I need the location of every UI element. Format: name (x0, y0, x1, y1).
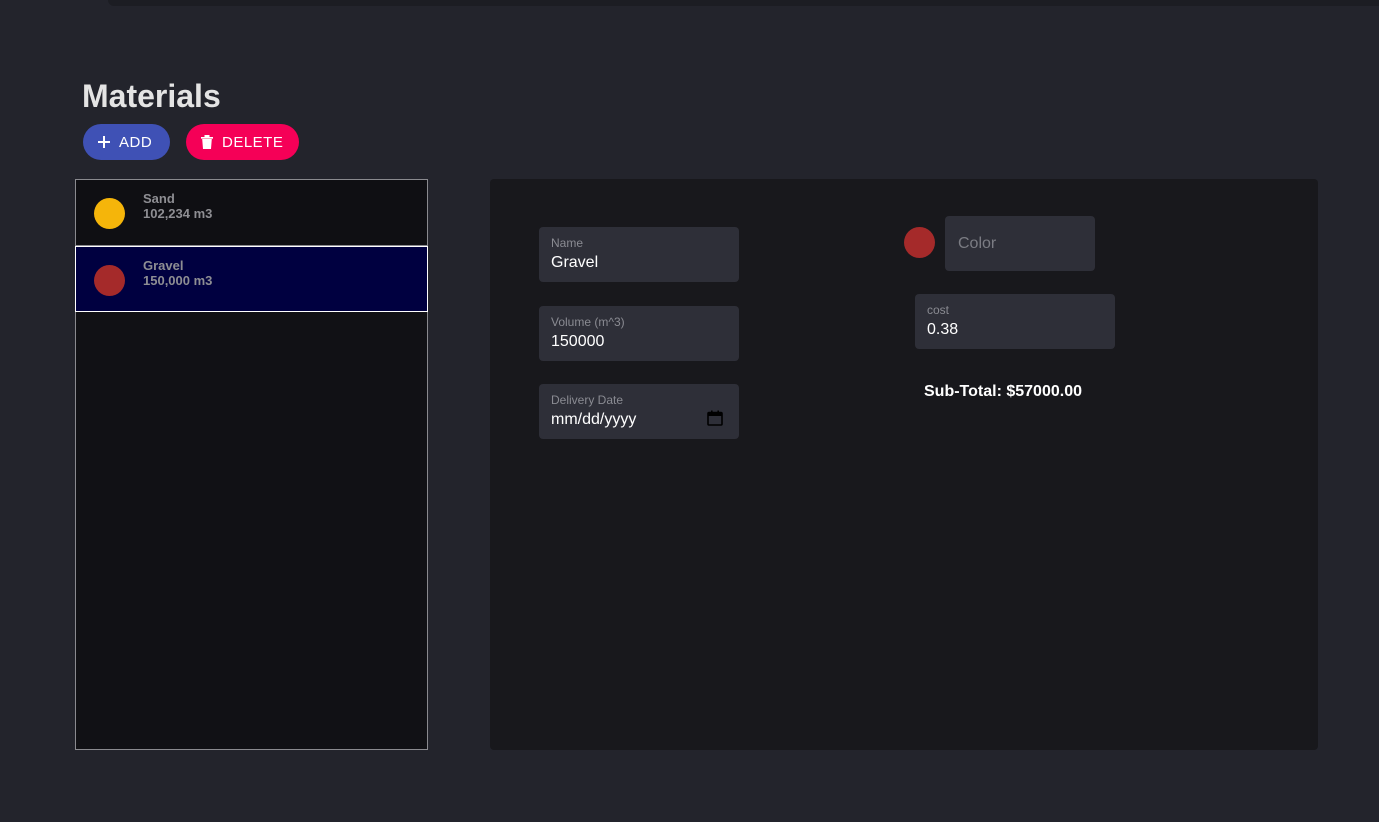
materials-list: Sand 102,234 m3 Gravel 150,000 m3 (75, 179, 428, 750)
page-title: Materials (82, 78, 221, 114)
material-volume: 150,000 m3 (143, 273, 213, 288)
delete-button[interactable]: DELETE (186, 124, 299, 160)
subtotal-text: Sub-Total: $57000.00 (924, 383, 1082, 400)
material-detail-panel: Name Gravel Volume (m^3) 150000 Delivery… (490, 179, 1318, 750)
delete-button-label: DELETE (222, 133, 284, 151)
color-field[interactable]: Color (945, 216, 1095, 271)
name-field[interactable]: Name Gravel (539, 227, 739, 282)
volume-field-value: 150000 (551, 333, 605, 350)
cost-field[interactable]: cost 0.38 (915, 294, 1115, 349)
material-name: Sand (143, 191, 175, 206)
add-button-label: ADD (119, 133, 153, 151)
list-item-gravel[interactable]: Gravel 150,000 m3 (75, 246, 428, 312)
volume-field-label: Volume (m^3) (551, 315, 625, 329)
material-volume: 102,234 m3 (143, 206, 213, 221)
add-button[interactable]: ADD (83, 124, 170, 160)
material-color-dot (94, 265, 125, 296)
trash-icon (200, 134, 214, 150)
plus-icon (97, 135, 111, 149)
name-field-value: Gravel (551, 254, 599, 271)
delivery-date-field[interactable]: Delivery Date mm/dd/yyyy (539, 384, 739, 439)
delivery-date-label: Delivery Date (551, 393, 624, 407)
color-swatch[interactable] (904, 227, 935, 258)
volume-field[interactable]: Volume (m^3) 150000 (539, 306, 739, 361)
color-field-placeholder: Color (958, 235, 997, 252)
calendar-icon[interactable] (707, 410, 723, 431)
delivery-date-value: mm/dd/yyyy (551, 411, 637, 428)
cost-field-value: 0.38 (927, 321, 959, 338)
material-name: Gravel (143, 258, 184, 273)
name-field-label: Name (551, 236, 584, 250)
material-color-dot (94, 198, 125, 229)
list-item-sand[interactable]: Sand 102,234 m3 (76, 180, 427, 246)
cost-field-label: cost (927, 303, 950, 317)
top-app-bar (108, 0, 1379, 6)
